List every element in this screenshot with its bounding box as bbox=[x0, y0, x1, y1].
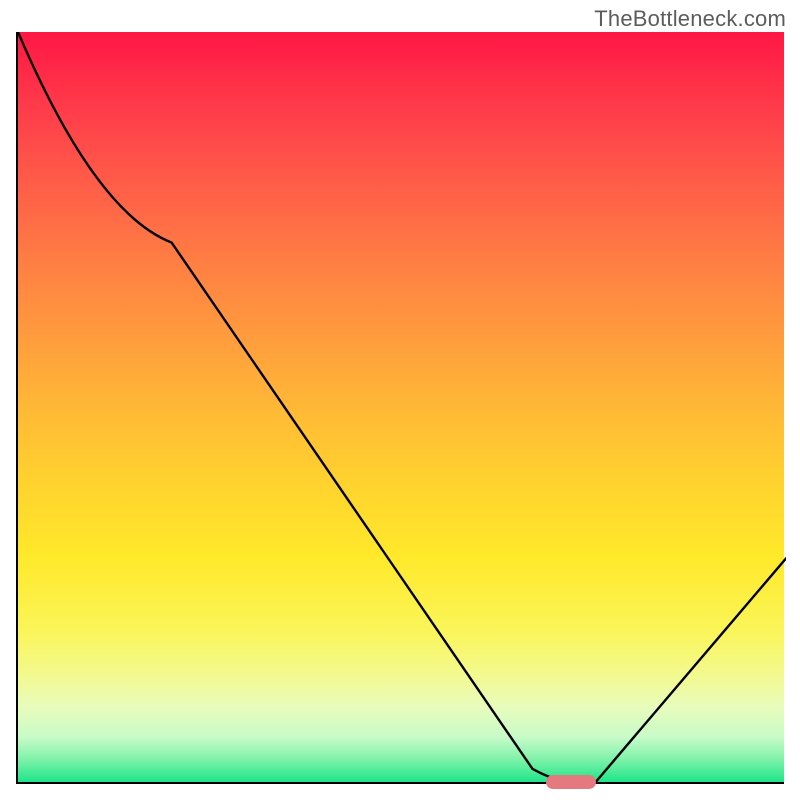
optimal-marker bbox=[546, 775, 596, 789]
chart-container: TheBottleneck.com bbox=[0, 0, 800, 800]
bottleneck-curve bbox=[18, 32, 786, 784]
watermark-text: TheBottleneck.com bbox=[594, 6, 786, 32]
plot-area bbox=[16, 32, 784, 784]
